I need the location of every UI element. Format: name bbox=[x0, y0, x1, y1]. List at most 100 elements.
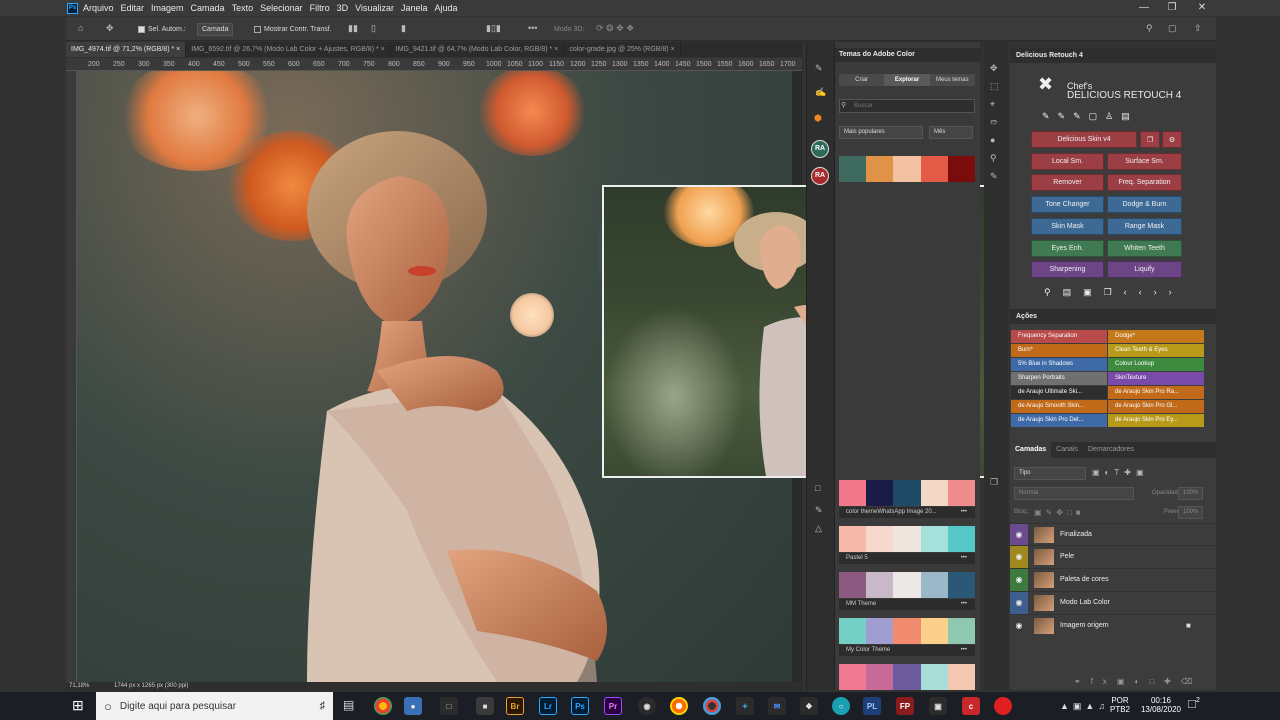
camera-icon[interactable]: ▣ bbox=[929, 697, 947, 715]
tab-my-themes[interactable]: Meus temas bbox=[929, 74, 975, 86]
notification-icon[interactable]: □ bbox=[1188, 697, 1196, 710]
tab-color-grade[interactable]: color-grade.jpg @ 25% (RGB/8) × bbox=[564, 42, 681, 57]
dropper-tool-icon[interactable]: ● bbox=[990, 134, 995, 146]
action-button[interactable]: de Araujo Ultimate Ski... bbox=[1011, 386, 1107, 399]
tab-layers[interactable]: Camadas bbox=[1010, 442, 1052, 458]
folder-icon[interactable]: □ bbox=[440, 697, 458, 715]
theme-name[interactable]: Pastel 5 ••• bbox=[839, 553, 975, 564]
tray-icons[interactable]: ▲▣▲♫ bbox=[1060, 700, 1109, 712]
marquee-tool-icon[interactable]: ⬚ bbox=[990, 80, 999, 92]
crop-tool-icon[interactable]: ⌖ bbox=[990, 98, 995, 110]
menu-window[interactable]: Janela bbox=[401, 3, 428, 13]
lightroom-icon[interactable]: Lr bbox=[539, 697, 557, 715]
align-right-icon[interactable]: ▮ bbox=[401, 22, 406, 34]
tone-changer-button[interactable]: Tone Changer bbox=[1031, 196, 1104, 213]
opacity-input[interactable]: 100% bbox=[1178, 487, 1204, 500]
color-theme-swatches[interactable] bbox=[839, 618, 976, 644]
screen-mode-icon[interactable]: ❐ bbox=[990, 476, 998, 488]
distribute-icon[interactable]: ▮▯▮ bbox=[486, 22, 501, 34]
3d-orbit-icon[interactable]: ⟳ ❂ ✥ ❖ bbox=[596, 22, 634, 34]
filter-icons[interactable]: ▣◐T✚▣ bbox=[1092, 467, 1149, 479]
lock-icons[interactable]: ▣✎✥□■ bbox=[1034, 507, 1085, 519]
windows-start-icon[interactable]: ⊞ bbox=[72, 698, 84, 712]
period-dropdown[interactable]: Mês bbox=[929, 126, 973, 139]
tab-create[interactable]: Criar bbox=[839, 74, 885, 86]
checkbox-icon[interactable] bbox=[138, 25, 145, 33]
menu-file[interactable]: Arquivo bbox=[83, 3, 114, 13]
tab-paths[interactable]: Demarcadores bbox=[1083, 442, 1139, 458]
eye-icon[interactable]: ◉ bbox=[1010, 592, 1028, 614]
color-theme-swatches[interactable] bbox=[839, 572, 976, 598]
action-button[interactable]: Colour Lookup bbox=[1108, 358, 1204, 371]
language-indicator[interactable]: POR PTB2 bbox=[1110, 696, 1130, 714]
app-icon[interactable]: ■ bbox=[476, 697, 494, 715]
camera-app-icon[interactable]: ◉ bbox=[638, 697, 656, 715]
tab-channels[interactable]: Canais bbox=[1051, 442, 1083, 458]
taskbar-search[interactable]: ○ Digite aqui para pesquisar ♯ bbox=[96, 692, 333, 720]
more-options-icon[interactable]: ••• bbox=[528, 22, 537, 34]
show-transform-checkbox[interactable]: Mostrar Contr. Transf. bbox=[254, 22, 332, 36]
align-left-icon[interactable]: ▮▮ bbox=[348, 22, 358, 34]
more-icon[interactable]: ••• bbox=[961, 645, 967, 656]
eye-icon[interactable]: ◉ bbox=[1010, 615, 1028, 637]
action-button[interactable]: Sharpen Portraits bbox=[1011, 372, 1107, 385]
color-app-icon[interactable] bbox=[670, 697, 688, 715]
action-button[interactable]: 5% Blue in Shadows bbox=[1011, 358, 1107, 371]
crop-panel-icon[interactable]: □ bbox=[815, 482, 820, 494]
action-button[interactable]: Clean Teeth & Eyes bbox=[1108, 344, 1204, 357]
zoom-level[interactable]: 71,18% bbox=[69, 683, 89, 689]
share-icon[interactable]: ⇧ bbox=[1194, 22, 1202, 34]
color-theme-swatches[interactable] bbox=[839, 526, 976, 552]
menu-filter[interactable]: Filtro bbox=[310, 3, 330, 13]
tab-img-6592[interactable]: IMG_6592.tif @ 26,7% (Modo Lab Color + A… bbox=[186, 42, 391, 57]
action-button[interactable]: de Araujo Smooth Skin... bbox=[1011, 400, 1107, 413]
delicious-skin-button[interactable]: Delicious Skin v4 bbox=[1031, 131, 1137, 148]
menu-view[interactable]: Visualizar bbox=[355, 3, 394, 13]
brush-panel-icon[interactable]: ✎ bbox=[815, 62, 823, 74]
sharpening-button[interactable]: Sharpening bbox=[1031, 261, 1104, 278]
lasso-tool-icon[interactable]: ➱ bbox=[990, 116, 998, 128]
action-button[interactable]: Dodge* bbox=[1108, 330, 1204, 343]
move-tool-icon[interactable]: ✥ bbox=[990, 62, 998, 74]
tab-explore[interactable]: Explorar bbox=[884, 74, 930, 86]
checkbox-icon[interactable] bbox=[254, 25, 261, 33]
mail-icon[interactable]: ✉ bbox=[768, 697, 786, 715]
tab-img-9421[interactable]: IMG_9421.tif @ 64,7% (Modo Lab Color, RG… bbox=[391, 42, 565, 57]
layer-row[interactable]: ◉ Modo Lab Color bbox=[1010, 591, 1216, 614]
theme-name[interactable]: color themeWhatsApp Image 20... ••• bbox=[839, 507, 975, 518]
photoshop-taskbar-icon[interactable]: Ps bbox=[571, 697, 589, 715]
ra-plugin-icon[interactable]: RA bbox=[811, 167, 829, 185]
color-theme-swatches[interactable] bbox=[839, 156, 976, 182]
menu-3d[interactable]: 3D bbox=[337, 3, 349, 13]
skin-mask-button[interactable]: Skin Mask bbox=[1031, 218, 1104, 235]
more-icon[interactable]: ••• bbox=[961, 553, 967, 564]
app-icon[interactable]: ✦ bbox=[736, 697, 754, 715]
pl-app-icon[interactable]: PL bbox=[863, 697, 881, 715]
app-icon[interactable]: ● bbox=[404, 697, 422, 715]
whiten-teeth-button[interactable]: Whiten Teeth bbox=[1107, 240, 1182, 257]
zoom-tool-icon[interactable]: ⚲ bbox=[990, 152, 997, 164]
action-button[interactable]: de Araujo Skin Pro Ra... bbox=[1108, 386, 1204, 399]
more-icon[interactable]: ••• bbox=[961, 507, 967, 518]
theme-name[interactable]: My Color Theme ••• bbox=[839, 645, 975, 656]
layer-select-dropdown[interactable]: Camada bbox=[197, 22, 234, 36]
freq-separation-button[interactable]: Freq. Separation bbox=[1107, 174, 1182, 191]
blend-mode-select[interactable]: Normal bbox=[1014, 487, 1134, 500]
workspace-icon[interactable]: ▢ bbox=[1168, 22, 1177, 34]
action-button[interactable]: Frequency Separation bbox=[1011, 330, 1107, 343]
menu-edit[interactable]: Editar bbox=[121, 3, 145, 13]
fill-input[interactable]: 100% bbox=[1178, 506, 1204, 519]
microphone-icon[interactable]: ♯ bbox=[320, 700, 326, 712]
local-smooth-button[interactable]: Local Sm. bbox=[1031, 153, 1104, 170]
range-mask-button[interactable]: Range Mask bbox=[1107, 218, 1182, 235]
color-theme-swatches[interactable] bbox=[839, 664, 976, 690]
settings-icon[interactable]: ⚙ bbox=[1162, 131, 1182, 148]
action-button[interactable]: SkinTexture bbox=[1108, 372, 1204, 385]
close-button[interactable]: ✕ bbox=[1190, 0, 1214, 16]
record-icon[interactable] bbox=[994, 697, 1012, 715]
layer-kind-filter[interactable]: Tipo bbox=[1014, 467, 1086, 480]
copy-icon[interactable]: ❐ bbox=[1140, 131, 1160, 148]
minimize-button[interactable]: — bbox=[1132, 0, 1156, 16]
action-button[interactable]: de Araujo Skin Pro Gl... bbox=[1108, 400, 1204, 413]
layer-row[interactable]: ◉ Paleta de cores bbox=[1010, 568, 1216, 591]
